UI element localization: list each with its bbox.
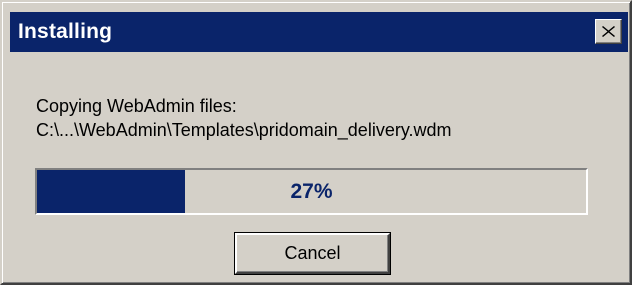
window-title: Installing — [18, 20, 113, 43]
progress-bar: 27% — [35, 168, 588, 215]
progress-percent-label: 27% — [290, 179, 333, 203]
close-icon — [602, 26, 615, 37]
status-line-operation: Copying WebAdmin files: — [36, 96, 237, 116]
status-line-file-path: C:\...\WebAdmin\Templates\pridomain_deli… — [36, 120, 452, 140]
status-message: Copying WebAdmin files: C:\...\WebAdmin\… — [36, 94, 452, 142]
title-bar[interactable]: Installing — [10, 12, 628, 52]
install-dialog: Installing Copying WebAdmin files: C:\..… — [0, 0, 632, 285]
close-button[interactable] — [595, 19, 622, 44]
cancel-button[interactable]: Cancel — [235, 233, 390, 274]
